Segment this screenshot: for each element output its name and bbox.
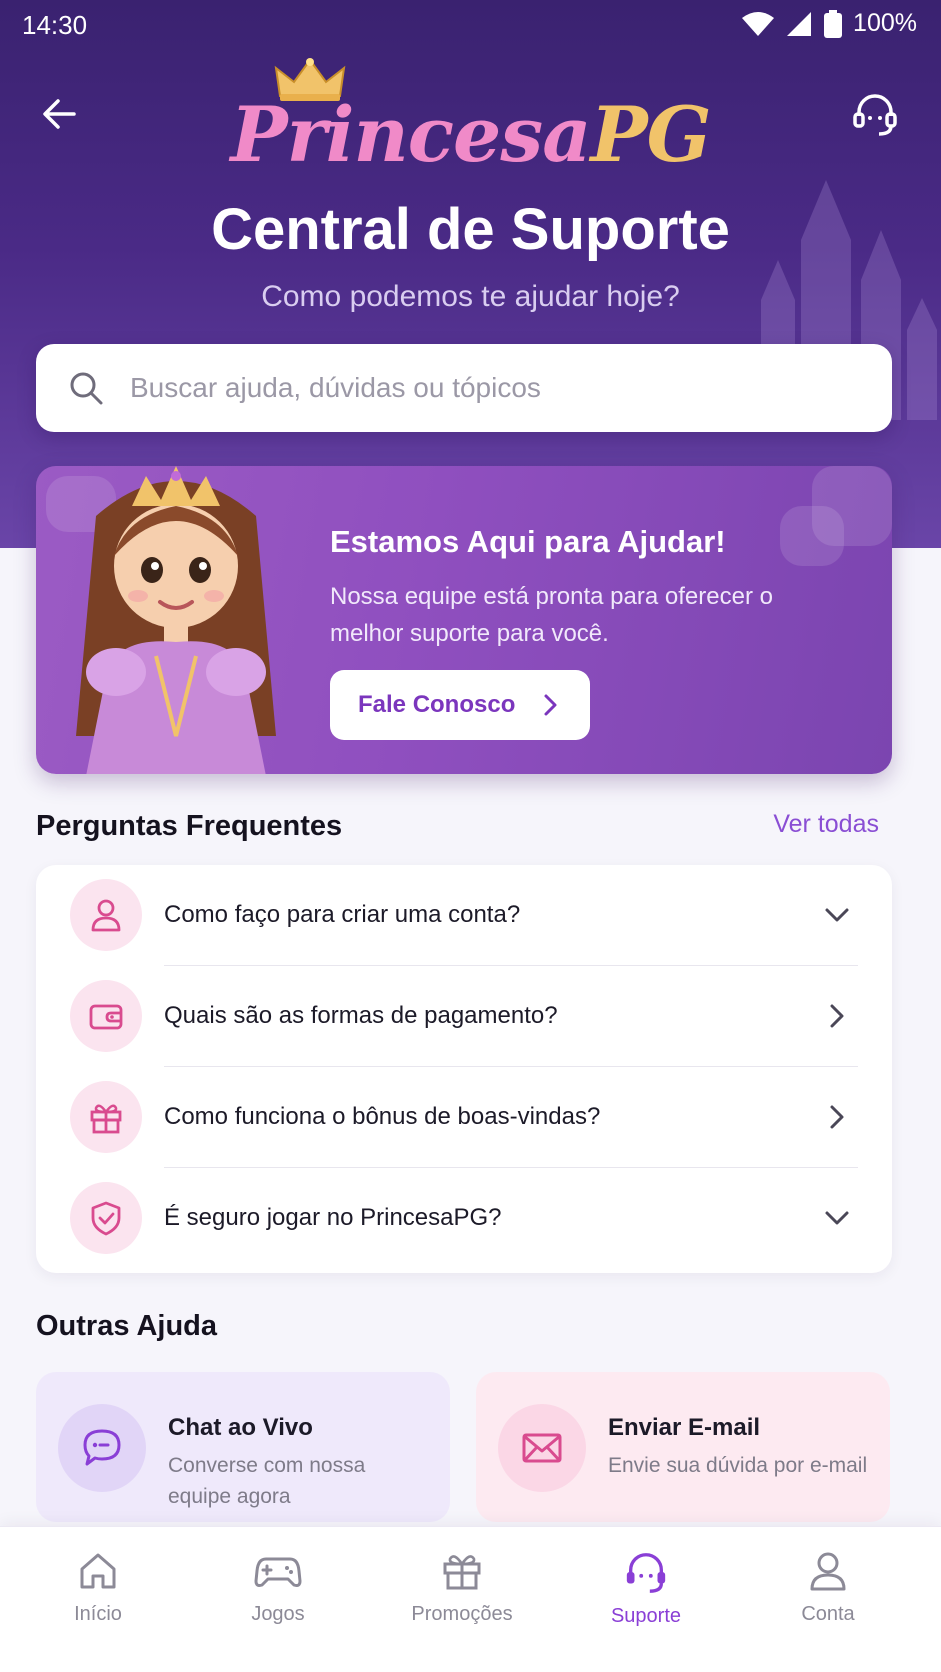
chevron-down-icon [824,1205,850,1231]
nav-item-games[interactable]: Jogos [188,1549,368,1626]
user-icon [810,1552,846,1591]
faq-question: Quais são as formas de pagamento? [164,1002,558,1029]
chevron-right-icon [544,694,557,716]
see-all-link[interactable]: Ver todas [773,810,879,839]
live-chat-title: Chat ao Vivo [168,1414,313,1441]
chevron-right-icon [824,1003,850,1029]
faq-item-create-account[interactable]: Como faço para criar uma conta? [36,865,892,965]
bottom-nav: Início Jogos Promoções Suporte Conta [0,1526,941,1672]
wallet-icon [70,980,142,1052]
nav-label: Início [74,1603,122,1625]
faq-item-payment-methods[interactable]: Quais são as formas de pagamento? [36,966,892,1066]
status-bar: 14:30 100% [0,0,941,50]
nav-item-support[interactable]: Suporte [556,1549,736,1628]
faq-question: Como faço para criar uma conta? [164,901,521,928]
chat-bubble-decoration [780,506,844,566]
search-icon [68,370,118,406]
search-bar[interactable] [36,344,892,432]
send-email-card[interactable]: Enviar E-mail Envie sua dúvida por e-mai… [476,1372,890,1522]
nav-item-account[interactable]: Conta [738,1549,918,1626]
cellular-signal-icon [787,11,812,36]
support-banner: Estamos Aqui para Ajudar! Nossa equipe e… [36,466,892,774]
banner-title: Estamos Aqui para Ajudar! [330,524,726,559]
chevron-right-icon [824,1104,850,1130]
princess-illustration [76,466,276,774]
chevron-down-icon [824,902,850,928]
send-email-desc: Envie sua dúvida por e-mail [608,1454,868,1477]
faq-question: É seguro jogar no PrincesaPG? [164,1204,502,1231]
live-chat-card[interactable]: Chat ao Vivo Converse com nossa equipe a… [36,1372,450,1522]
nav-item-promotions[interactable]: Promoções [372,1549,552,1626]
banner-text: Nossa equipe está pronta para oferecer o… [330,583,773,647]
battery-icon [824,9,843,38]
contact-us-button[interactable]: Fale Conosco [330,670,590,740]
logo-text-princesa: Princesa [230,90,591,179]
contact-us-label: Fale Conosco [358,691,516,718]
status-icons: 100% [741,9,917,38]
faq-section-title: Perguntas Frequentes [36,810,343,842]
nav-label: Jogos [251,1603,305,1625]
nav-label: Conta [801,1603,855,1625]
shield-check-icon [70,1182,142,1254]
status-time: 14:30 [22,10,88,40]
gift-icon [443,1555,481,1590]
nav-label: Promoções [411,1603,513,1625]
faq-item-safety[interactable]: É seguro jogar no PrincesaPG? [36,1168,892,1268]
battery-percentage: 100% [853,9,917,37]
logo-text: PrincesaPG [230,90,711,179]
search-input[interactable] [130,372,892,404]
send-email-title: Enviar E-mail [608,1414,761,1441]
faq-item-welcome-bonus[interactable]: Como funciona o bônus de boas-vindas? [36,1067,892,1167]
live-chat-desc: Converse com nossa equipe agora [168,1454,366,1508]
envelope-icon [498,1404,586,1492]
brand-logo: PrincesaPG [0,56,941,179]
nav-label: Suporte [610,1605,682,1627]
wifi-icon [742,11,775,36]
nav-item-home[interactable]: Início [8,1549,188,1626]
logo-text-pg: PG [590,90,711,179]
gamepad-icon [254,1557,302,1587]
gift-icon [70,1081,142,1153]
faq-list: Como faço para criar uma conta? Quais sã… [36,865,892,1273]
chat-bubble-icon [58,1404,146,1492]
headset-icon [626,1553,666,1593]
home-icon [80,1553,116,1589]
page-subtitle: Como podemos te ajudar hoje? [261,280,680,313]
page-title: Central de Suporte [211,197,730,262]
user-icon [70,879,142,951]
crown-icon [274,58,346,101]
other-help-section-title: Outras Ajuda [36,1310,218,1342]
faq-question: Como funciona o bônus de boas-vindas? [164,1103,601,1130]
